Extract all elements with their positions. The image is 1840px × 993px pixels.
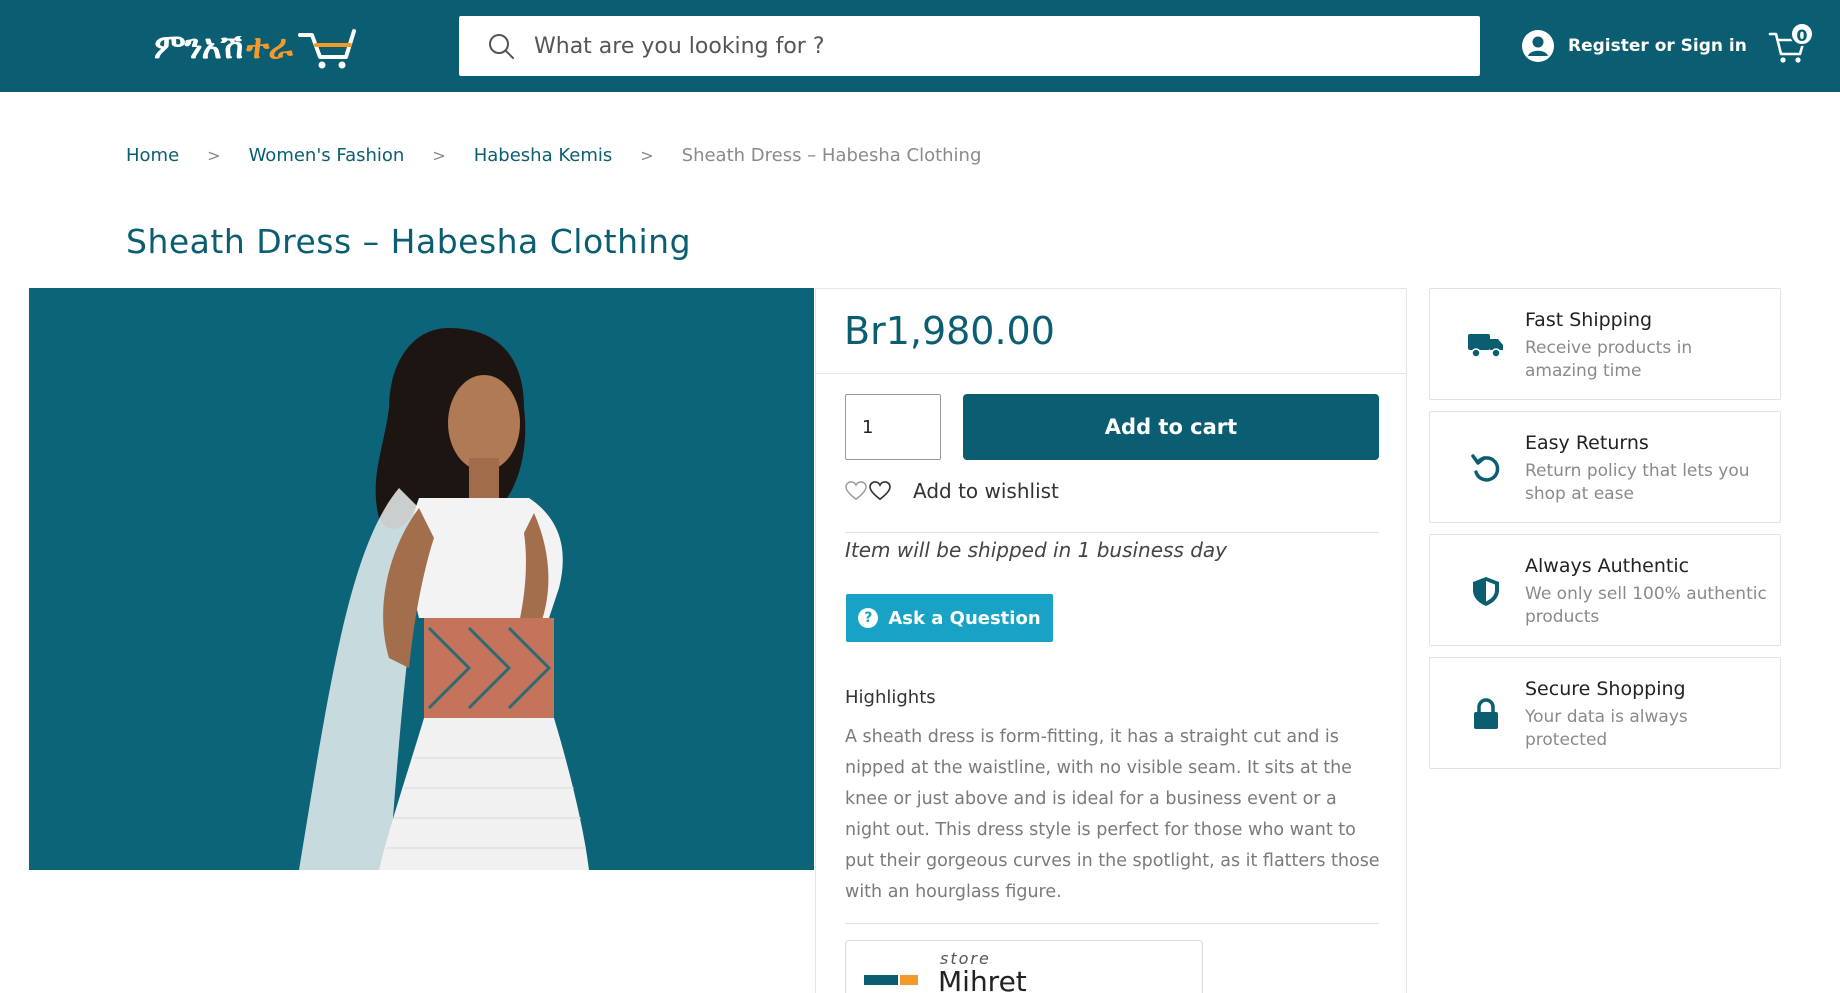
shipping-note: Item will be shipped in 1 business day [845, 538, 1228, 562]
feature-desc: We only sell 100% authentic products [1525, 584, 1767, 627]
highlights-title: Highlights [845, 687, 936, 708]
cart-count-badge: 0 [1790, 22, 1814, 46]
breadcrumb-habesha-kemis[interactable]: Habesha Kemis [474, 145, 613, 166]
store-logo [864, 975, 918, 985]
add-to-cart-button[interactable]: Add to cart [963, 394, 1379, 460]
feature-easy-returns: Easy Returns Return policy that lets you… [1429, 411, 1781, 523]
page-title: Sheath Dress – Habesha Clothing [126, 222, 692, 261]
breadcrumb-home[interactable]: Home [126, 145, 179, 166]
feature-title: Always Authentic [1525, 555, 1690, 577]
feature-always-authentic: Always Authentic We only sell 100% authe… [1429, 534, 1781, 646]
breadcrumb-separator: > [432, 146, 446, 165]
feature-title: Easy Returns [1525, 432, 1649, 454]
feature-secure-shopping: Secure Shopping Your data is always prot… [1429, 657, 1781, 769]
store-card[interactable]: store Mihret [845, 940, 1203, 993]
site-logo[interactable]: ምንአሽ ተራ [154, 20, 360, 74]
undo-icon [1466, 448, 1506, 488]
breadcrumb-separator: > [207, 146, 221, 165]
logo-text-orange: ተራ [246, 27, 292, 67]
logo-cart-icon [297, 29, 356, 69]
site-header: ምንአሽ ተራ Register or Sign in [0, 0, 1840, 92]
truck-icon [1466, 325, 1506, 365]
feature-fast-shipping: Fast Shipping Receive products in amazin… [1429, 288, 1781, 400]
breadcrumb: Home > Women's Fashion > Habesha Kemis >… [126, 145, 981, 166]
feature-desc: Receive products in amazing time [1525, 338, 1693, 381]
feature-title: Fast Shipping [1525, 309, 1653, 331]
breadcrumb-womens-fashion[interactable]: Women's Fashion [249, 145, 405, 166]
search-input[interactable] [534, 33, 1434, 59]
product-image[interactable] [29, 288, 814, 870]
product-info: Br1,980.00 Add to cart Add to wishlist I… [815, 288, 1407, 993]
feature-desc: Your data is always protected [1525, 707, 1688, 750]
breadcrumb-current: Sheath Dress – Habesha Clothing [681, 145, 982, 166]
lock-icon [1466, 694, 1506, 734]
user-icon [1522, 30, 1554, 62]
store-name: Mihret [938, 965, 1027, 993]
shield-icon [1466, 571, 1506, 611]
divider [845, 532, 1379, 533]
divider [816, 373, 1406, 374]
add-to-wishlist-link[interactable]: Add to wishlist [845, 479, 1059, 503]
product-price: Br1,980.00 [844, 309, 1055, 353]
product-photo [299, 328, 589, 870]
divider [845, 923, 1379, 924]
feature-title: Secure Shopping [1525, 678, 1686, 700]
question-icon: ? [858, 608, 879, 628]
logo-text-white: ምንአሽ [154, 27, 243, 67]
cart-button[interactable]: 0 [1768, 22, 1814, 66]
highlights-text: A sheath dress is form-fitting, it has a… [845, 727, 1380, 902]
account-link[interactable]: Register or Sign in [1522, 30, 1747, 62]
ask-question-label: Ask a Question [888, 607, 1041, 629]
heart-outline-icon [845, 481, 867, 501]
search-bar[interactable] [459, 16, 1480, 76]
account-label: Register or Sign in [1568, 36, 1747, 56]
search-icon[interactable] [486, 31, 516, 61]
wishlist-label: Add to wishlist [913, 479, 1059, 503]
quantity-input[interactable] [845, 394, 941, 460]
heart-icon [869, 481, 891, 501]
ask-question-button[interactable]: ? Ask a Question [846, 594, 1053, 642]
breadcrumb-separator: > [640, 146, 654, 165]
feature-desc: Return policy that lets you shop at ease [1525, 461, 1750, 504]
